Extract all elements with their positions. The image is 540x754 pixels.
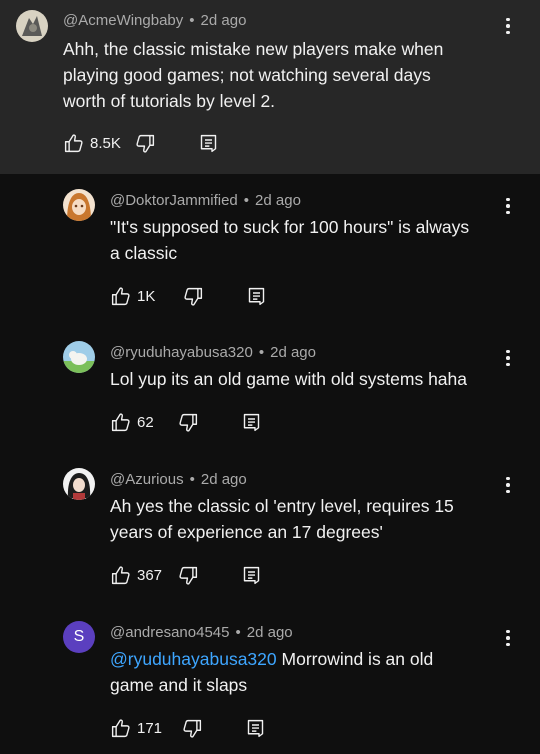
reply-button[interactable]: [246, 286, 267, 307]
like-count: 8.5K: [90, 134, 121, 152]
avatar-letter: S: [73, 628, 85, 645]
comment-author[interactable]: @andresano4545: [110, 624, 230, 641]
avatar[interactable]: S: [63, 621, 95, 653]
reply-icon: [241, 412, 262, 433]
thumbs-down-icon: [178, 565, 199, 586]
dislike-button[interactable]: [178, 565, 199, 586]
avatar[interactable]: [63, 341, 95, 373]
comment-meta: @DoktorJammified • 2d ago: [110, 192, 301, 209]
comment-text: Lol yup its an old game with old systems…: [110, 369, 467, 389]
dislike-button[interactable]: [135, 133, 156, 154]
more-options-icon[interactable]: [500, 346, 516, 370]
like-button[interactable]: 1K: [110, 286, 155, 307]
like-button[interactable]: 367: [110, 565, 162, 586]
comment-meta: @Azurious • 2d ago: [110, 471, 247, 488]
reply-button[interactable]: [241, 412, 262, 433]
comment-author[interactable]: @ryuduhayabusa320: [110, 344, 253, 361]
dislike-button[interactable]: [178, 412, 199, 433]
reply-icon: [246, 286, 267, 307]
thumbs-up-icon: [110, 565, 131, 586]
more-options-icon[interactable]: [500, 626, 516, 650]
thumbs-down-icon: [135, 133, 156, 154]
comment-meta: @AcmeWingbaby • 2d ago: [63, 12, 247, 29]
user-mention-link[interactable]: @ryuduhayabusa320: [110, 649, 277, 669]
reply-button[interactable]: [245, 718, 266, 739]
more-options-icon[interactable]: [500, 194, 516, 218]
like-button[interactable]: 62: [110, 412, 154, 433]
like-count: 171: [137, 719, 163, 737]
reply-button[interactable]: [198, 133, 219, 154]
like-button[interactable]: 8.5K: [63, 133, 121, 154]
comment-author[interactable]: @Azurious: [110, 471, 184, 488]
comment-actions: 171: [110, 716, 266, 740]
top-comment: @AcmeWingbaby • 2d ago Ahh, the classic mi…: [0, 0, 540, 174]
reply-icon: [245, 718, 266, 739]
comment-time: 2d ago: [270, 344, 316, 361]
thumbs-up-icon: [110, 718, 131, 739]
comment-time: 2d ago: [200, 471, 247, 488]
more-options-icon[interactable]: [500, 473, 516, 497]
thumbs-down-icon: [178, 412, 199, 433]
comment-meta: @andresano4545 • 2d ago: [110, 624, 293, 641]
avatar[interactable]: [63, 468, 95, 500]
thumbs-up-icon: [63, 133, 84, 154]
like-button[interactable]: 171: [110, 718, 162, 739]
comment-author[interactable]: @DoktorJammified: [110, 192, 238, 209]
thumbs-up-icon: [110, 412, 131, 433]
like-count: 1K: [137, 287, 156, 305]
reply-button[interactable]: [241, 565, 262, 586]
comment-time: 2d ago: [255, 192, 301, 209]
like-count: 62: [137, 413, 154, 431]
comment-time: 2d ago: [200, 12, 247, 29]
comment-text: Ah yes the classic ol 'entry level, requ…: [110, 496, 454, 542]
comment-actions: 62: [110, 410, 262, 434]
thumbs-down-icon: [182, 718, 203, 739]
comment-text: @ryuduhayabusa320 Morrowind is an old ga…: [110, 649, 434, 695]
comment-time: 2d ago: [246, 624, 293, 641]
thumbs-down-icon: [183, 286, 204, 307]
comment-actions: 367: [110, 563, 262, 587]
dislike-button[interactable]: [183, 286, 204, 307]
comment-author[interactable]: @AcmeWingbaby: [63, 12, 183, 29]
more-options-icon[interactable]: [500, 14, 516, 38]
comment-actions: 8.5K: [63, 131, 219, 155]
dislike-button[interactable]: [182, 718, 203, 739]
reply-icon: [241, 565, 262, 586]
comment-text: "It's supposed to suck for 100 hours" is…: [110, 217, 470, 263]
thumbs-up-icon: [110, 286, 131, 307]
reply-icon: [198, 133, 219, 154]
comment-meta: @ryuduhayabusa320 • 2d ago: [110, 344, 316, 361]
avatar[interactable]: [16, 10, 48, 42]
comment-text: Ahh, the classic mistake new players mak…: [63, 39, 444, 111]
like-count: 367: [137, 566, 163, 584]
avatar[interactable]: [63, 189, 95, 221]
comment-actions: 1K: [110, 284, 267, 308]
